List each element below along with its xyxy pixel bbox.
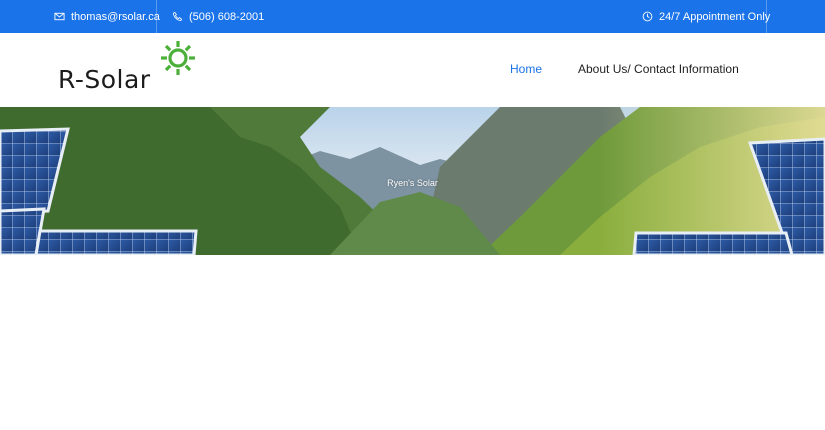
site-logo[interactable]: R-Solar xyxy=(58,39,203,99)
site-header: R-Solar Home About Us/ Contact Informati… xyxy=(0,33,825,107)
hours-text: 24/7 Appointment Only xyxy=(659,10,771,23)
logo-text: R-Solar xyxy=(58,65,151,94)
divider xyxy=(156,0,157,33)
divider xyxy=(766,0,767,33)
contact-email[interactable]: thomas@rsolar.ca xyxy=(54,0,160,33)
clock-icon xyxy=(642,11,653,22)
hero-caption: Ryen's Solar xyxy=(387,178,438,188)
contact-phone[interactable]: (506) 608-2001 xyxy=(172,0,264,33)
page-body xyxy=(0,255,825,430)
envelope-icon xyxy=(54,12,65,21)
contact-phone-text[interactable]: (506) 608-2001 xyxy=(189,11,264,23)
top-info-bar: thomas@rsolar.ca (506) 608-2001 24/7 App… xyxy=(0,0,825,33)
sun-icon xyxy=(161,41,195,75)
nav-about-contact[interactable]: About Us/ Contact Information xyxy=(578,62,739,76)
nav-home[interactable]: Home xyxy=(510,62,542,76)
contact-email-text[interactable]: thomas@rsolar.ca xyxy=(71,11,160,23)
hero-banner: Ryen's Solar xyxy=(0,107,825,255)
phone-icon xyxy=(172,11,183,22)
hours-info: 24/7 Appointment Only xyxy=(642,0,770,33)
